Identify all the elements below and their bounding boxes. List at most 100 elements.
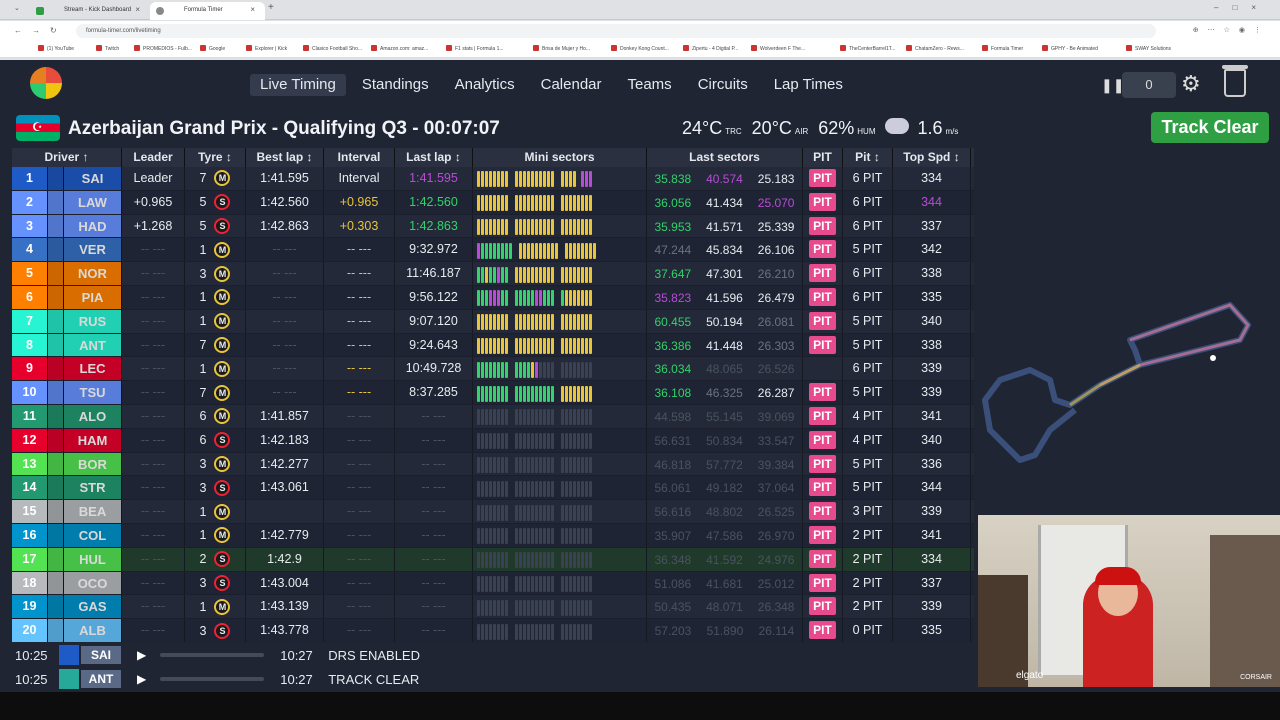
mini-sector-segment — [565, 337, 568, 354]
back-forward-reload-icons[interactable]: ←→↻ — [14, 26, 67, 35]
tab-label: Stream - Kick Dashboard — [64, 7, 132, 13]
bookmark-item[interactable]: SWAY Solutions — [1126, 45, 1171, 52]
tyre-compound-icon: S — [214, 574, 231, 591]
delay-counter[interactable]: 0 — [1122, 72, 1176, 98]
browser-tab-2[interactable]: Formula Timer × — [150, 2, 265, 20]
table-row[interactable]: 19 GAS -- --- 1 M 1:43.139 -- --- -- --- 50.435 4… — [12, 595, 974, 620]
nav-analytics[interactable]: Analytics — [445, 74, 525, 96]
audio-progress[interactable] — [160, 653, 265, 657]
table-row[interactable]: 17 HUL -- --- 2 S 1:42.9 -- --- -- --- 36.348 41.… — [12, 547, 974, 572]
extension-icons[interactable]: ⊕⋯☆◉⋮ — [1193, 26, 1270, 34]
bookmark-item[interactable]: Google — [200, 45, 225, 52]
table-row[interactable]: 1 SAI Leader 7 M 1:41.595 Interval 1:41.595 35.8… — [12, 167, 974, 191]
mini-sector-segment — [547, 433, 550, 450]
new-tab-icon[interactable]: + — [268, 2, 274, 13]
column-header[interactable]: Interval — [324, 148, 395, 167]
mini-sector-segment — [543, 552, 546, 569]
url-field[interactable]: formula-timer.com/livetiming — [76, 24, 1156, 38]
table-row[interactable]: 8 ANT -- --- 7 M -- --- -- --- 9:24.643 36.386 41… — [12, 333, 974, 358]
trash-icon[interactable] — [1222, 65, 1248, 97]
tyre-laps: 1 — [199, 528, 207, 543]
last-sectors: 35.953 41.571 25.339 — [647, 214, 803, 238]
tyre-compound-icon: M — [214, 170, 231, 187]
bookmark-item[interactable]: Amazon.com: amaz... — [371, 45, 428, 52]
tab-search-icon[interactable]: ⌄ — [14, 4, 20, 12]
bookmark-item[interactable]: F1 stats | Formula 1... — [446, 45, 504, 52]
column-header[interactable]: Mini sectors — [473, 148, 647, 167]
mini-sector-segment — [531, 266, 534, 283]
bookmark-item[interactable]: Clasico Football Sho... — [303, 45, 362, 52]
table-row[interactable]: 7 RUS -- --- 1 M -- --- -- --- 9:07.120 60.455 50… — [12, 309, 974, 334]
mini-sector-segment — [477, 480, 480, 497]
column-header[interactable]: Pit ↕ — [843, 148, 893, 167]
mini-sector-segment — [489, 599, 492, 616]
nav-live-timing[interactable]: Live Timing — [250, 74, 346, 96]
bookmark-item[interactable]: Brisa de Mujer y Ho... — [533, 45, 590, 52]
tyre-compound-icon: S — [214, 194, 231, 211]
table-row[interactable]: 3 HAD +1.268 5 S 1:42.863 +0.303 1:42.863 35.953… — [12, 214, 974, 239]
nav-standings[interactable]: Standings — [352, 74, 439, 96]
close-tab-icon[interactable]: × — [135, 5, 140, 14]
mini-sector-segment — [515, 504, 518, 521]
table-row[interactable]: 5 NOR -- --- 3 M -- --- -- --- 11:46.187 37.647 4… — [12, 262, 974, 286]
play-icon[interactable]: ▶ — [137, 672, 146, 686]
table-row[interactable]: 14 STR -- --- 3 S 1:43.061 -- --- -- --- 56.061 4… — [12, 476, 974, 501]
humidity: 62% — [818, 118, 855, 138]
mini-sector-segment — [515, 195, 518, 212]
window-controls[interactable]: –□× — [1214, 3, 1270, 12]
bookmark-item[interactable]: Formula Timer — [982, 45, 1023, 52]
bookmark-item[interactable]: Twitch — [96, 45, 119, 52]
bookmark-item[interactable]: GPHY - Be Animated — [1042, 45, 1098, 52]
play-icon[interactable]: ▶ — [137, 648, 146, 662]
mini-sector-segment — [573, 337, 576, 354]
table-row[interactable]: 20 ALB -- --- 3 S 1:43.778 -- --- -- --- 57.203 5… — [12, 619, 974, 643]
mini-sector-segment — [485, 409, 488, 426]
tyre-compound-icon: S — [214, 217, 231, 234]
column-header[interactable]: Leader — [122, 148, 185, 167]
column-header[interactable]: Driver ↑ — [12, 148, 122, 167]
table-row[interactable]: 12 HAM -- --- 6 S 1:42.183 -- --- -- --- 56.631 5… — [12, 428, 974, 453]
audio-progress[interactable] — [160, 677, 265, 681]
column-header[interactable]: Top Spd ↕ — [893, 148, 971, 167]
bookmark-item[interactable]: TheCenterBarrel1T... — [840, 45, 895, 52]
table-row[interactable]: 11 ALO -- --- 6 M 1:41.857 -- --- -- --- 44.598 5… — [12, 404, 974, 429]
table-row[interactable]: 4 VER -- --- 1 M -- --- -- --- 9:32.972 47.244 45… — [12, 238, 974, 263]
mini-sector-segment — [519, 504, 522, 521]
table-row[interactable]: 18 OCO -- --- 3 S 1:43.004 -- --- -- --- 51.086 4… — [12, 571, 974, 596]
team-logo-icon — [48, 452, 64, 476]
bookmark-item[interactable]: ChatamZero - Rews... — [906, 45, 964, 52]
nav-circuits[interactable]: Circuits — [688, 74, 758, 96]
table-row[interactable]: 9 LEC -- --- 1 M -- --- -- --- 10:49.728 36.034 4… — [12, 357, 974, 382]
table-row[interactable]: 10 TSU -- --- 7 M -- --- -- --- 8:37.285 36.108 4… — [12, 381, 974, 405]
table-row[interactable]: 16 COL -- --- 1 M 1:42.779 -- --- -- --- 35.907 4… — [12, 523, 974, 548]
mini-sector-segment — [497, 528, 500, 545]
nav-teams[interactable]: Teams — [618, 74, 682, 96]
column-header[interactable]: Last sectors — [647, 148, 803, 167]
browser-tab-1[interactable]: Stream - Kick Dashboard × — [30, 2, 150, 20]
bookmark-item[interactable]: Wolverdeen F The... — [751, 45, 805, 52]
column-header[interactable]: PIT — [803, 148, 843, 167]
formula-timer-logo[interactable] — [30, 67, 62, 99]
bookmark-item[interactable]: (1) YouTube — [38, 45, 74, 52]
bookmark-item[interactable]: PROMEDIOS - Fulb... — [134, 45, 192, 52]
column-header[interactable]: Last lap ↕ — [395, 148, 473, 167]
column-header[interactable]: Best lap ↕ — [246, 148, 324, 167]
mini-sector-segment — [481, 575, 484, 592]
mini-sector-segment — [523, 599, 526, 616]
bookmark-item[interactable]: Explorer | Kick — [246, 45, 287, 52]
bookmark-item[interactable]: Donkey Kong Count... — [611, 45, 669, 52]
table-row[interactable]: 13 BOR -- --- 3 M 1:42.277 -- --- -- --- 46.818 5… — [12, 452, 974, 477]
pause-icon[interactable]: ❚❚ — [1101, 77, 1124, 94]
top-speed: 340 — [893, 309, 971, 333]
table-row[interactable]: 2 LAW +0.965 5 S 1:42.560 +0.965 1:42.560 36.056… — [12, 190, 974, 215]
nav-calendar[interactable]: Calendar — [531, 74, 612, 96]
column-header[interactable]: Tyre ↕ — [185, 148, 246, 167]
close-tab-icon[interactable]: × — [250, 5, 255, 14]
mini-sector-segment — [497, 409, 500, 426]
table-row[interactable]: 6 PIA -- --- 1 M -- --- -- --- 9:56.122 35.823 41… — [12, 285, 974, 310]
bookmark-item[interactable]: Zipertu - 4 Digital P... — [683, 45, 738, 52]
mini-sector-segment — [519, 433, 522, 450]
nav-lap-times[interactable]: Lap Times — [764, 74, 853, 96]
gear-icon[interactable]: ⚙ — [1181, 71, 1201, 97]
table-row[interactable]: 15 BEA -- --- 1 M -- --- -- --- 56.616 48.802 26.… — [12, 500, 974, 524]
